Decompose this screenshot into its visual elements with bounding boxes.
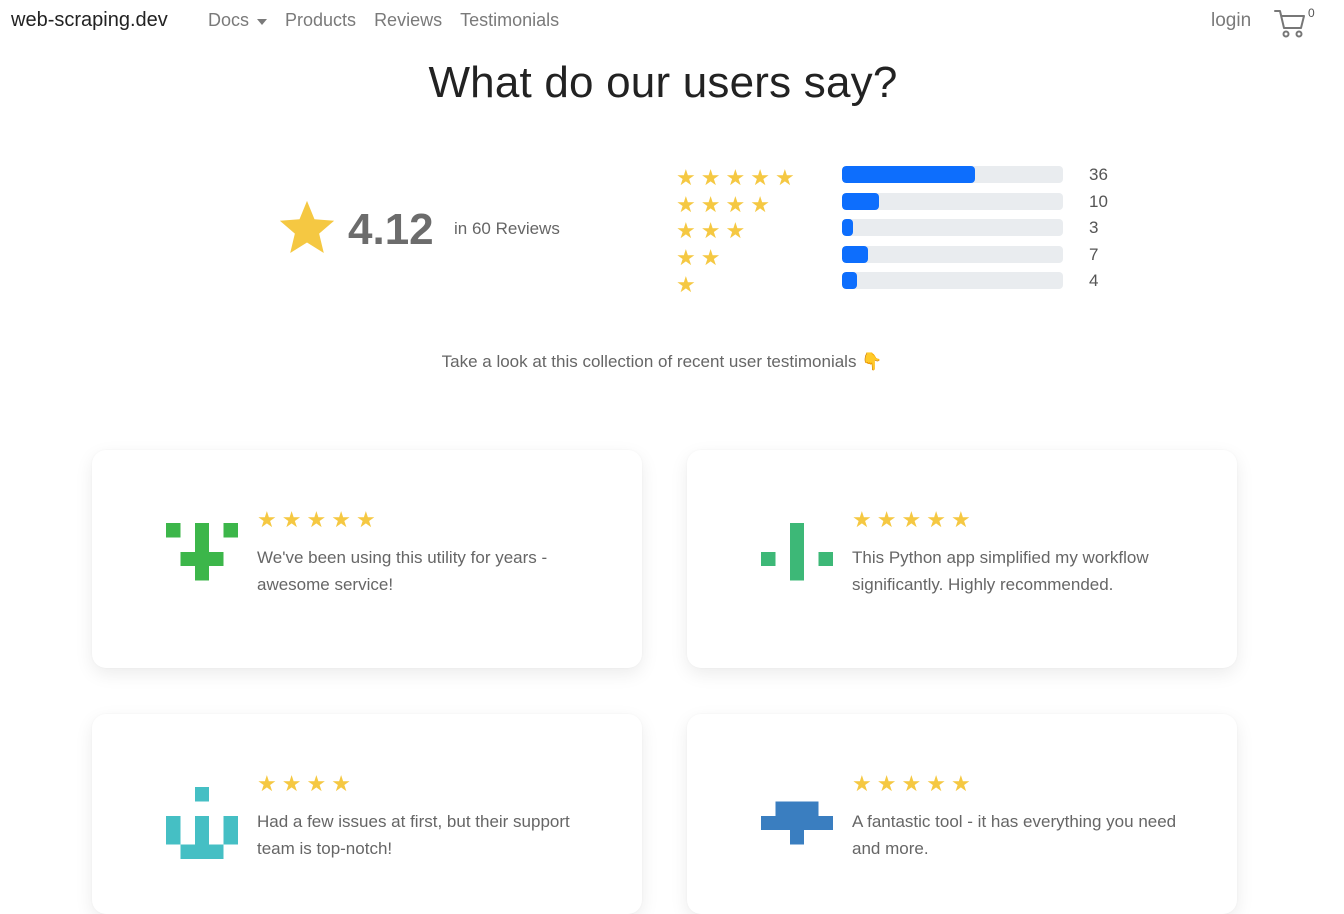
avatar xyxy=(761,523,833,581)
star-icon: ★ xyxy=(725,218,746,244)
rating-distribution-bars xyxy=(842,166,1063,299)
star-icon xyxy=(279,200,335,254)
rating-bar-fill xyxy=(842,192,879,210)
star-icon: ★ xyxy=(676,165,696,191)
star-icon: ★ xyxy=(950,507,971,532)
star-icon: ★ xyxy=(281,507,302,532)
identicon-pixels xyxy=(166,787,238,859)
rating-count-label: 3 xyxy=(1089,218,1099,238)
star-icon: ★ xyxy=(700,165,721,191)
star-icon: ★ xyxy=(257,507,277,532)
star-icon: ★ xyxy=(901,507,922,532)
nav-links: Docs Products Reviews Testimonials xyxy=(208,10,577,31)
testimonial-card[interactable]: ★ ★ ★ ★ ★ This Python app simplified my work… xyxy=(687,450,1237,668)
testimonial-card[interactable]: ★ ★ ★ ★ ★ We've been using this utility for … xyxy=(92,450,642,668)
distribution-stars-row: ★ ★ ★ ★ xyxy=(676,192,800,219)
identicon-pixels xyxy=(761,523,833,581)
nav-testimonials-link[interactable]: Testimonials xyxy=(460,10,559,31)
page-title: What do our users say? xyxy=(428,58,898,107)
star-icon: ★ xyxy=(750,191,770,217)
card-rating-stars: ★ ★ ★ ★ ★ xyxy=(257,509,381,531)
navbar: web-scraping.dev Docs Products Reviews T… xyxy=(0,0,1344,44)
rating-bar-fill xyxy=(842,219,854,237)
star-icon: ★ xyxy=(281,771,302,796)
star-icon: ★ xyxy=(876,507,897,532)
rating-bar-fill xyxy=(842,166,975,183)
star-icon: ★ xyxy=(257,771,277,796)
distribution-stars-row: ★ ★ ★ ★ ★ xyxy=(676,165,800,192)
star-icon: ★ xyxy=(725,165,746,191)
star-icon: ★ xyxy=(306,771,327,796)
testimonials-subtitle: Take a look at this collection of recent… xyxy=(441,352,883,371)
star-icon: ★ xyxy=(676,218,696,244)
avatar xyxy=(761,801,833,845)
avatar xyxy=(166,523,238,581)
cart-count-badge: 0 xyxy=(1308,6,1315,20)
average-rating: 4.12 xyxy=(348,205,434,254)
nav-products-link[interactable]: Products xyxy=(285,10,356,31)
star-icon: ★ xyxy=(926,507,946,532)
star-icon: ★ xyxy=(876,771,897,796)
star-icon: ★ xyxy=(725,191,746,217)
rating-bar-track xyxy=(842,166,1063,183)
avatar xyxy=(166,787,238,859)
identicon-pixels xyxy=(761,801,833,845)
rating-count-label: 7 xyxy=(1089,244,1099,264)
testimonial-card[interactable]: ★ ★ ★ ★ ★ A fantastic tool - it has everythi… xyxy=(687,714,1237,914)
brand-link[interactable]: web-scraping.dev xyxy=(11,9,168,32)
rating-count-label: 10 xyxy=(1089,191,1108,211)
card-rating-stars: ★ ★ ★ ★ ★ xyxy=(852,773,976,795)
nav-docs-label: Docs xyxy=(208,10,250,30)
rating-bar-track xyxy=(842,245,1063,263)
login-link[interactable]: login xyxy=(1211,10,1251,32)
star-icon: ★ xyxy=(901,771,922,796)
rating-bar-track xyxy=(842,219,1063,237)
star-icon: ★ xyxy=(331,771,351,796)
testimonial-text: Had a few issues at first, but their sup… xyxy=(257,812,570,858)
testimonial-text: A fantastic tool - it has everything you… xyxy=(852,812,1177,858)
rating-count-label: 4 xyxy=(1089,271,1099,291)
card-rating-stars: ★ ★ ★ ★ xyxy=(257,773,356,795)
star-icon: ★ xyxy=(676,191,696,217)
star-icon: ★ xyxy=(355,507,376,532)
rating-bar-fill xyxy=(842,245,868,263)
testimonial-text: We've been using this utility for years … xyxy=(257,548,548,594)
rating-count-label: 36 xyxy=(1089,165,1108,184)
distribution-stars-row: ★ xyxy=(676,271,800,298)
distribution-stars-row: ★ ★ ★ xyxy=(676,218,800,245)
star-icon: ★ xyxy=(700,245,721,271)
distribution-stars-row: ★ ★ xyxy=(676,245,800,272)
star-icon: ★ xyxy=(750,165,770,191)
testimonial-text: This Python app simplified my workflow s… xyxy=(852,548,1149,594)
caret-down-icon xyxy=(257,18,268,25)
rating-bar-fill xyxy=(842,272,857,290)
star-icon: ★ xyxy=(926,771,946,796)
star-icon: ★ xyxy=(676,245,696,271)
star-icon: ★ xyxy=(852,507,872,532)
identicon-pixels xyxy=(166,523,238,581)
star-icon: ★ xyxy=(700,218,721,244)
card-rating-stars: ★ ★ ★ ★ ★ xyxy=(852,509,976,531)
rating-bar-track xyxy=(842,272,1063,290)
rating-bar-track xyxy=(842,192,1063,210)
review-count: in 60 Reviews xyxy=(454,219,560,238)
star-icon: ★ xyxy=(700,191,721,217)
star-icon: ★ xyxy=(306,507,327,532)
nav-reviews-link[interactable]: Reviews xyxy=(374,10,442,31)
rating-distribution-stars: ★ ★ ★ ★ ★ ★ ★ ★ ★ ★ ★ ★ ★ ★ ★ xyxy=(676,165,800,298)
star-icon: ★ xyxy=(774,165,795,191)
star-icon: ★ xyxy=(950,771,971,796)
cart-icon[interactable] xyxy=(1273,7,1307,39)
nav-docs-dropdown[interactable]: Docs xyxy=(208,10,268,31)
testimonial-card[interactable]: ★ ★ ★ ★ Had a few issues at first, but thei… xyxy=(92,714,642,914)
rating-distribution-counts: 36 10 3 7 4 xyxy=(1089,165,1108,298)
star-icon: ★ xyxy=(852,771,872,796)
star-icon: ★ xyxy=(676,271,696,297)
star-icon: ★ xyxy=(331,507,351,532)
